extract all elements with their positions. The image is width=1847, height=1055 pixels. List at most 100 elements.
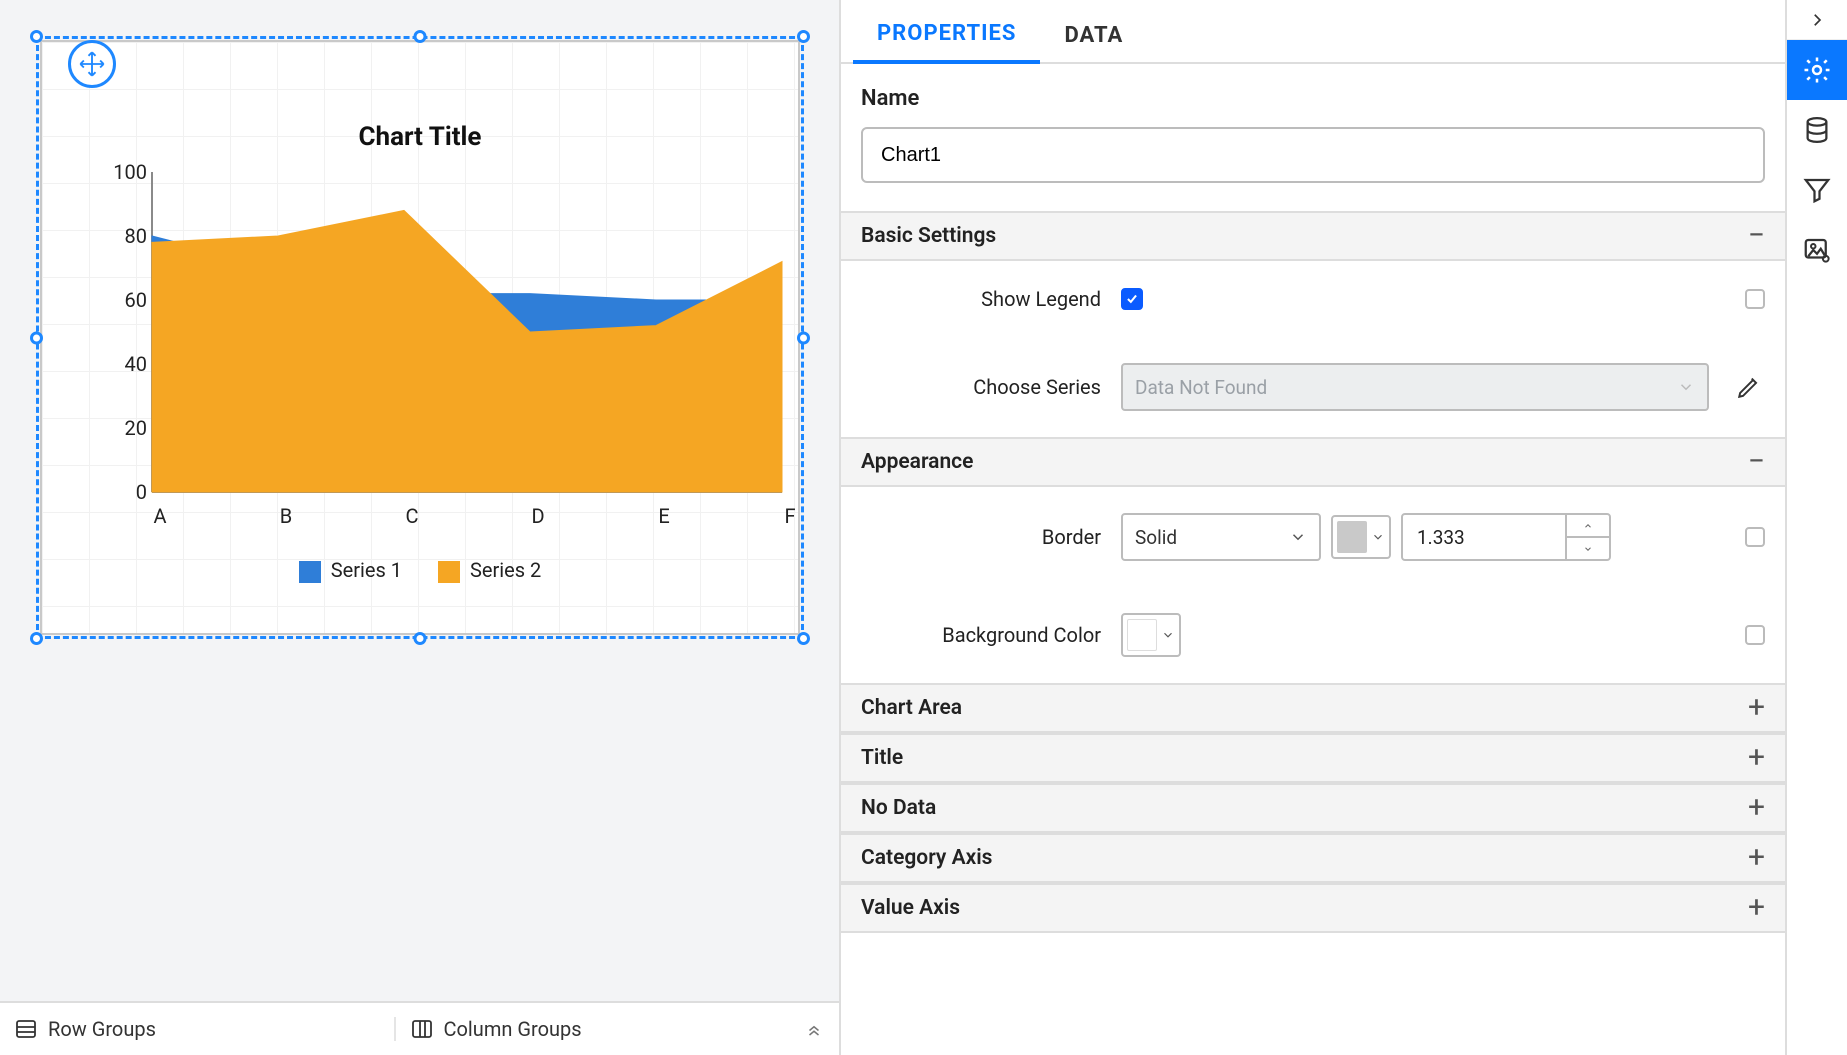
plus-icon: + — [1748, 693, 1765, 723]
color-swatch — [1127, 619, 1157, 651]
row-groups[interactable]: Row Groups — [0, 1017, 394, 1041]
y-tick: 40 — [125, 352, 147, 376]
number-value: 1.333 — [1403, 515, 1565, 559]
resize-handle[interactable] — [30, 632, 43, 645]
database-icon — [1802, 115, 1832, 145]
section-label: Appearance — [861, 450, 973, 474]
y-tick: 60 — [125, 288, 147, 312]
x-tick: B — [280, 504, 292, 528]
section-label: Title — [861, 746, 903, 770]
section-chart-area[interactable]: Chart Area + — [841, 683, 1785, 733]
y-tick: 100 — [113, 160, 147, 184]
border-color-picker[interactable] — [1331, 515, 1391, 559]
name-input[interactable] — [861, 127, 1765, 183]
bg-color-picker[interactable] — [1121, 613, 1181, 657]
tab-data[interactable]: DATA — [1040, 23, 1147, 62]
border-label: Border — [861, 525, 1121, 549]
design-canvas[interactable]: Chart Title 0 20 40 60 80 100 — [0, 0, 839, 1001]
resize-handle[interactable] — [414, 632, 427, 645]
resize-handle[interactable] — [30, 30, 43, 43]
section-label: No Data — [861, 796, 936, 820]
columns-icon — [410, 1017, 434, 1041]
resize-handle[interactable] — [797, 30, 810, 43]
chevron-down-icon — [1161, 628, 1175, 642]
step-down[interactable] — [1567, 538, 1609, 559]
minus-icon: − — [1748, 447, 1765, 477]
section-label: Basic Settings — [861, 224, 996, 248]
minus-icon: − — [1748, 221, 1765, 251]
section-label: Category Axis — [861, 846, 992, 870]
tab-properties[interactable]: PROPERTIES — [853, 21, 1040, 64]
properties-pane: PROPERTIES DATA Name Basic Settings − Sh… — [841, 0, 1787, 1055]
groups-collapse[interactable] — [789, 1020, 839, 1038]
step-up[interactable] — [1567, 515, 1609, 538]
advanced-toggle[interactable] — [1745, 527, 1765, 547]
chart-plot — [152, 172, 782, 492]
move-icon — [78, 50, 106, 78]
check-icon — [1125, 292, 1139, 306]
rail-image[interactable] — [1787, 220, 1847, 280]
pencil-icon — [1736, 374, 1762, 400]
legend-swatch — [299, 561, 321, 583]
plus-icon: + — [1748, 793, 1765, 823]
chart-title: Chart Title — [42, 122, 798, 152]
border-style-select[interactable]: Solid — [1121, 513, 1321, 561]
choose-series-select[interactable]: Data Not Found — [1121, 363, 1709, 411]
plus-icon: + — [1748, 843, 1765, 873]
rail-data[interactable] — [1787, 100, 1847, 160]
rail-properties[interactable] — [1787, 40, 1847, 100]
section-category-axis[interactable]: Category Axis + — [841, 833, 1785, 883]
rows-icon — [14, 1017, 38, 1041]
section-label: Chart Area — [861, 696, 962, 720]
x-tick: A — [153, 504, 166, 528]
section-title[interactable]: Title + — [841, 733, 1785, 783]
plus-icon: + — [1748, 743, 1765, 773]
show-legend-checkbox[interactable] — [1121, 288, 1143, 310]
rail-collapse[interactable] — [1787, 0, 1847, 40]
advanced-toggle[interactable] — [1745, 625, 1765, 645]
x-tick: C — [405, 504, 418, 528]
x-tick: F — [784, 504, 795, 528]
section-label: Value Axis — [861, 896, 960, 920]
tabs: PROPERTIES DATA — [841, 0, 1785, 64]
select-value: Solid — [1135, 526, 1177, 549]
legend-swatch — [438, 561, 460, 583]
bg-color-label: Background Color — [861, 623, 1121, 647]
show-legend-label: Show Legend — [861, 287, 1121, 311]
section-basic-settings[interactable]: Basic Settings − — [841, 211, 1785, 261]
resize-handle[interactable] — [797, 331, 810, 344]
chart-design-item[interactable]: Chart Title 0 20 40 60 80 100 — [20, 20, 820, 655]
section-no-data[interactable]: No Data + — [841, 783, 1785, 833]
legend-label: Series 2 — [470, 558, 541, 582]
edit-series-button[interactable] — [1733, 371, 1765, 403]
chevron-down-icon — [1371, 530, 1385, 544]
rail-filter[interactable] — [1787, 160, 1847, 220]
section-value-axis[interactable]: Value Axis + — [841, 883, 1785, 933]
move-handle[interactable] — [68, 40, 116, 88]
chevron-down-icon — [1581, 544, 1595, 554]
row-groups-label: Row Groups — [48, 1017, 156, 1041]
section-appearance[interactable]: Appearance − — [841, 437, 1785, 487]
image-settings-icon — [1802, 235, 1832, 265]
legend-item: Series 2 — [438, 558, 541, 583]
icon-rail — [1787, 0, 1847, 1055]
chevron-up-icon — [1581, 521, 1595, 531]
plus-icon: + — [1748, 893, 1765, 923]
resize-handle[interactable] — [30, 331, 43, 344]
column-groups-label: Column Groups — [444, 1017, 582, 1041]
column-groups[interactable]: Column Groups — [394, 1017, 790, 1041]
x-tick: E — [658, 504, 669, 528]
border-width-input[interactable]: 1.333 — [1401, 513, 1611, 561]
resize-handle[interactable] — [414, 30, 427, 43]
x-tick: D — [531, 504, 544, 528]
legend-label: Series 1 — [331, 558, 402, 582]
resize-handle[interactable] — [797, 632, 810, 645]
gear-icon — [1802, 55, 1832, 85]
legend-item: Series 1 — [299, 558, 402, 583]
chart-legend: Series 1 Series 2 — [42, 558, 798, 583]
y-tick: 0 — [136, 480, 147, 504]
choose-series-label: Choose Series — [861, 375, 1121, 399]
funnel-icon — [1802, 175, 1832, 205]
chevron-down-icon — [1677, 378, 1695, 396]
advanced-toggle[interactable] — [1745, 289, 1765, 309]
